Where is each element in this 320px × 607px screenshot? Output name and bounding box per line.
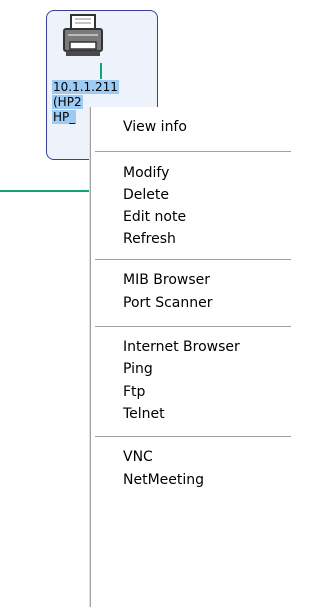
menu-item-delete[interactable]: Delete (91, 184, 291, 206)
menu-separator (95, 436, 291, 438)
node-name-label: (HP2 (52, 95, 83, 109)
menu-separator (95, 259, 291, 261)
menu-item-view-info[interactable]: View info (91, 116, 291, 138)
menu-item-refresh[interactable]: Refresh (91, 228, 291, 250)
menu-item-label: Port Scanner (123, 295, 213, 311)
menu-item-edit-note[interactable]: Edit note (91, 206, 291, 228)
menu-item-label: Delete (123, 187, 169, 203)
node-type-label: HP_ (52, 110, 77, 124)
menu-item-ftp[interactable]: Ftp (91, 381, 291, 403)
network-link (0, 190, 90, 192)
menu-item-label: Modify (123, 165, 170, 181)
menu-item-label: Telnet (123, 406, 165, 422)
menu-item-modify[interactable]: Modify (91, 162, 291, 184)
menu-item-ping[interactable]: Ping (91, 358, 291, 380)
menu-item-label: MIB Browser (123, 272, 210, 288)
menu-item-label: Edit note (123, 209, 187, 225)
menu-item-mib-browser[interactable]: MIB Browser (91, 269, 291, 291)
menu-item-internet-browser[interactable]: Internet Browser (91, 336, 291, 358)
node-connector (100, 63, 102, 79)
menu-item-label: View info (123, 119, 187, 135)
menu-separator (95, 326, 291, 328)
menu-item-netmeeting[interactable]: NetMeeting (91, 469, 291, 491)
menu-item-telnet[interactable]: Telnet (91, 403, 291, 425)
printer-icon[interactable] (62, 14, 104, 58)
menu-item-label: VNC (123, 449, 153, 465)
menu-item-label: Ftp (123, 384, 146, 400)
menu-item-label: Refresh (123, 231, 176, 247)
menu-item-vnc[interactable]: VNC (91, 446, 291, 468)
menu-item-label: Ping (123, 361, 153, 377)
menu-item-label: NetMeeting (123, 472, 205, 488)
context-menu: View info Modify Delete Edit note Refres… (90, 107, 291, 607)
node-ip-label: 10.1.1.211 (52, 80, 119, 94)
menu-separator (95, 151, 291, 153)
menu-item-label: Internet Browser (123, 339, 240, 355)
menu-item-port-scanner[interactable]: Port Scanner (91, 292, 291, 314)
